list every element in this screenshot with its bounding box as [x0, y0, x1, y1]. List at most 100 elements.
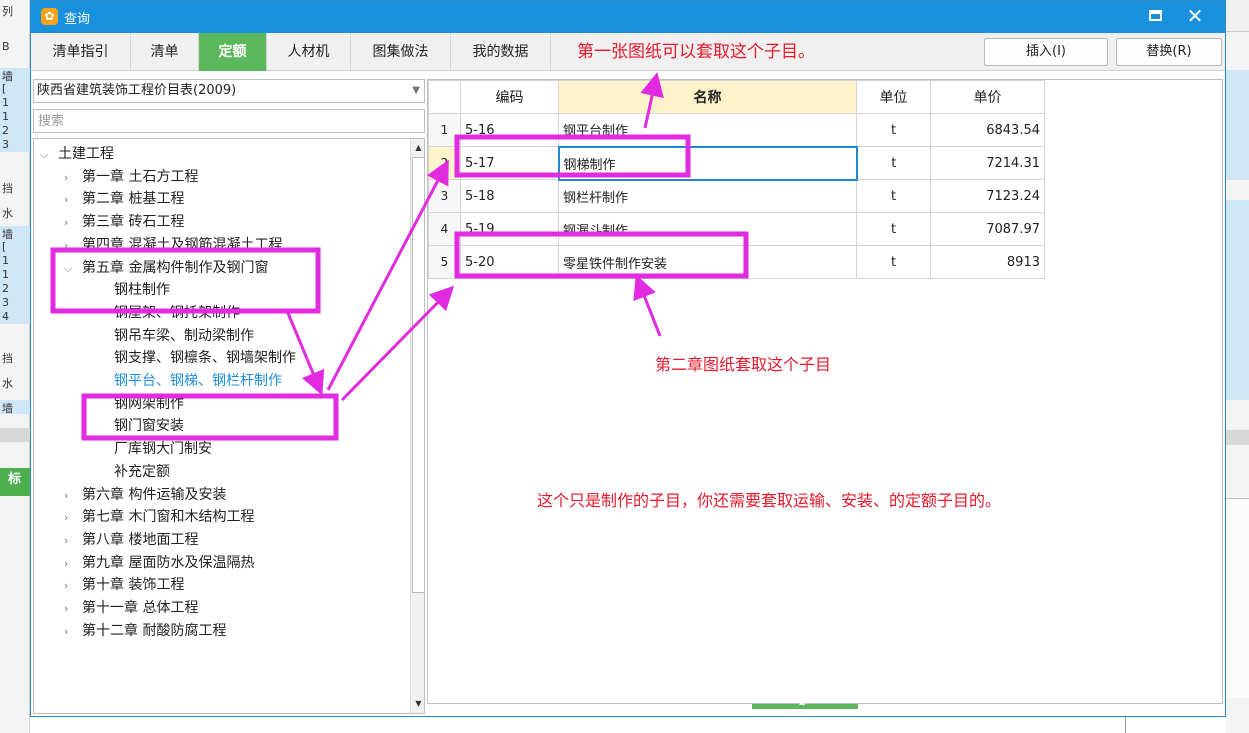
maximize-button[interactable] [1149, 10, 1162, 21]
row-index-cell[interactable]: 4 [428, 212, 461, 246]
tree-root-node[interactable]: ⌵ 土建工程 [40, 143, 114, 165]
tab-quota[interactable]: 定额 [199, 33, 267, 71]
background-app-bottom [30, 717, 1226, 733]
scroll-thumb[interactable] [412, 157, 424, 593]
price-cell[interactable]: 6843.54 [930, 113, 1045, 147]
tree-chapter-node[interactable]: › 第十二章 耐酸防腐工程 [64, 620, 226, 642]
code-cell[interactable]: 5-19 [460, 212, 559, 246]
chevron-right-icon[interactable]: › [64, 235, 82, 257]
tree-node-label: 第五章 金属构件制作及钢门窗 [82, 259, 269, 276]
chevron-right-icon[interactable]: › [64, 212, 82, 234]
price-cell[interactable]: 7214.31 [930, 146, 1045, 180]
scroll-down-icon[interactable]: ▼ [412, 697, 424, 711]
tree-section-node[interactable]: 钢支撑、钢檩条、钢墙架制作 [114, 347, 296, 369]
tab-my-data[interactable]: 我的数据 [451, 33, 551, 71]
scroll-up-icon[interactable]: ▲ [412, 141, 424, 155]
tree-chapter-node[interactable]: › 第二章 桩基工程 [64, 188, 184, 210]
tree-section-node[interactable]: 钢网架制作 [114, 393, 184, 415]
tree-chapter-node[interactable]: › 第九章 屋面防水及保温隔热 [64, 552, 254, 574]
unit-cell[interactable]: t [856, 212, 931, 246]
header-code[interactable]: 编码 [460, 80, 559, 114]
background-row-label: 墙 [0, 226, 30, 240]
name-cell[interactable]: 钢平台制作 [558, 113, 857, 147]
table-row[interactable]: 2 5-17 钢梯制作 t 7214.31 [428, 145, 1045, 181]
header-price[interactable]: 单价 [930, 80, 1045, 114]
tree-chapter-node[interactable]: › 第十一章 总体工程 [64, 597, 198, 619]
row-index-cell[interactable]: 2 [428, 146, 461, 180]
tab-list-guide[interactable]: 清单指引 [31, 33, 131, 71]
tree-chapter-node[interactable]: › 第十章 装饰工程 [64, 574, 184, 596]
background-row-label: 挡 [2, 352, 13, 364]
code-cell[interactable]: 5-18 [460, 179, 559, 213]
tree-node-label: 钢门窗安装 [114, 418, 184, 435]
tree-section-node[interactable]: 钢门窗安装 [114, 415, 184, 437]
replace-button[interactable]: 替换(R) [1116, 38, 1222, 66]
tree-node-label: 钢屋架、钢托架制作 [114, 304, 240, 321]
name-cell[interactable]: 钢漏斗制作 [558, 212, 857, 246]
dialog-titlebar[interactable]: ✿ 查询 ✕ [31, 1, 1225, 33]
tab-atlas-method[interactable]: 图集做法 [351, 33, 451, 71]
unit-cell[interactable]: t [856, 113, 931, 147]
tree-section-node[interactable]: 厂库钢大门制安 [114, 438, 212, 460]
background-row-label: 2 [0, 282, 30, 296]
tree-node-label: 钢柱制作 [114, 282, 170, 299]
row-index-cell[interactable]: 3 [428, 179, 461, 213]
name-cell[interactable]: 零星铁件制作安装 [558, 245, 857, 279]
tree-chapter-node[interactable]: › 第四章 混凝土及钢筋混凝土工程 [64, 234, 282, 256]
tree-chapter-node[interactable]: › 第三章 砖石工程 [64, 211, 184, 233]
tab-list[interactable]: 清单 [131, 33, 199, 71]
name-cell[interactable]: 钢栏杆制作 [558, 179, 857, 213]
chevron-right-icon[interactable]: › [64, 530, 82, 552]
background-row-label: 挡 [2, 182, 13, 194]
unit-cell[interactable]: t [856, 245, 931, 279]
chevron-right-icon[interactable]: › [64, 507, 82, 529]
close-button[interactable]: ✕ [1181, 4, 1209, 28]
tree-chapter-node[interactable]: › 第一章 土石方工程 [64, 166, 198, 188]
quota-library-select[interactable]: 陕西省建筑装饰工程价目表(2009) ▼ [33, 79, 425, 103]
header-unit[interactable]: 单位 [856, 80, 931, 114]
price-cell[interactable]: 7123.24 [930, 179, 1045, 213]
unit-cell[interactable]: t [856, 146, 931, 180]
search-input[interactable] [33, 109, 425, 133]
chevron-down-icon[interactable]: ⌵ [64, 258, 82, 280]
unit-cell[interactable]: t [856, 179, 931, 213]
chevron-right-icon[interactable]: › [64, 485, 82, 507]
tree-chapter-node[interactable]: ⌵ 第五章 金属构件制作及钢门窗 [64, 257, 268, 279]
table-row[interactable]: 3 5-18 钢栏杆制作 t 7123.24 [428, 179, 1045, 213]
price-cell[interactable]: 8913 [930, 245, 1045, 279]
chevron-right-icon[interactable]: › [64, 598, 82, 620]
row-index-cell[interactable]: 1 [428, 113, 461, 147]
row-index-cell[interactable]: 5 [428, 245, 461, 279]
price-cell[interactable]: 7087.97 [930, 212, 1045, 246]
chevron-right-icon[interactable]: › [64, 189, 82, 211]
tree-node-label: 第三章 砖石工程 [82, 214, 185, 231]
tree-section-node[interactable]: 钢平台、钢梯、钢栏杆制作 [114, 370, 282, 392]
code-cell[interactable]: 5-17 [460, 146, 559, 180]
insert-button[interactable]: 插入(I) [984, 38, 1108, 66]
chevron-right-icon[interactable]: › [64, 621, 82, 643]
code-cell[interactable]: 5-20 [460, 245, 559, 279]
name-cell[interactable]: 钢梯制作 [557, 145, 858, 181]
tree-node-label: 钢平台、钢梯、钢栏杆制作 [114, 373, 282, 389]
tree-chapter-node[interactable]: › 第八章 楼地面工程 [64, 529, 198, 551]
table-row[interactable]: 1 5-16 钢平台制作 t 6843.54 [428, 113, 1045, 147]
header-name[interactable]: 名称 [558, 80, 857, 114]
tree-scrollbar[interactable]: ▲ ▼ [410, 139, 424, 713]
tree-node-label: 第二章 桩基工程 [82, 191, 185, 208]
tree-chapter-node[interactable]: › 第六章 构件运输及安装 [64, 484, 226, 506]
tree-section-node[interactable]: 钢柱制作 [114, 279, 170, 301]
tree-section-node[interactable]: 补充定额 [114, 461, 170, 483]
chevron-right-icon[interactable]: › [64, 553, 82, 575]
code-cell[interactable]: 5-16 [460, 113, 559, 147]
expand-panel-handle[interactable]: ▲ [752, 697, 858, 709]
tree-chapter-node[interactable]: › 第七章 木门窗和木结构工程 [64, 506, 254, 528]
tab-labor-material-machine[interactable]: 人材机 [267, 33, 351, 71]
tree-section-node[interactable]: 钢屋架、钢托架制作 [114, 302, 240, 324]
table-row[interactable]: 4 5-19 钢漏斗制作 t 7087.97 [428, 212, 1045, 246]
chevron-down-icon[interactable]: ⌵ [40, 144, 58, 166]
chevron-down-icon[interactable]: ▼ [412, 80, 420, 102]
table-row[interactable]: 5 5-20 零星铁件制作安装 t 8913 [428, 245, 1045, 279]
chevron-right-icon[interactable]: › [64, 575, 82, 597]
tree-section-node[interactable]: 钢吊车梁、制动梁制作 [114, 325, 254, 347]
chevron-right-icon[interactable]: › [64, 167, 82, 189]
